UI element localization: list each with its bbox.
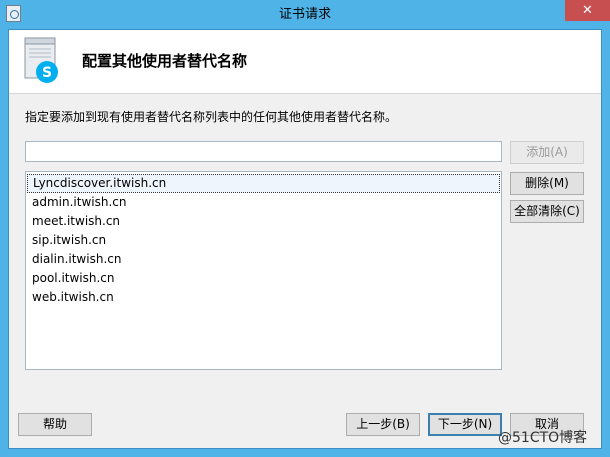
back-button[interactable]: 上一步(B) [346, 413, 420, 436]
san-listbox[interactable]: Lyncdiscover.itwish.cn admin.itwish.cn m… [25, 171, 502, 370]
san-name-input[interactable] [25, 141, 502, 162]
list-item[interactable]: web.itwish.cn [27, 288, 500, 307]
list-item[interactable]: meet.itwish.cn [27, 212, 500, 231]
add-button[interactable]: 添加(A) [510, 141, 584, 164]
title-bar: 证书请求 ✕ [0, 0, 610, 29]
help-button[interactable]: 帮助 [18, 413, 92, 436]
clear-all-button[interactable]: 全部清除(C) [510, 200, 584, 223]
page-title: 配置其他使用者替代名称 [82, 52, 248, 70]
window-title: 证书请求 [278, 7, 331, 22]
dialog-client-area: S 配置其他使用者替代名称 指定要添加到现有使用者替代名称列表中的任何其他使用者… [8, 29, 602, 449]
close-button[interactable]: ✕ [565, 0, 610, 21]
list-item[interactable]: admin.itwish.cn [27, 193, 500, 212]
list-item[interactable]: sip.itwish.cn [27, 231, 500, 250]
watermark: @51CTO博客 [498, 430, 588, 446]
instruction-text: 指定要添加到现有使用者替代名称列表中的任何其他使用者替代名称。 [25, 110, 398, 124]
list-item[interactable]: Lyncdiscover.itwish.cn [27, 174, 500, 193]
delete-button[interactable]: 删除(M) [510, 172, 584, 195]
list-item[interactable]: pool.itwish.cn [27, 269, 500, 288]
next-button[interactable]: 下一步(N) [428, 413, 502, 436]
svg-text:S: S [42, 65, 52, 81]
wizard-header: S 配置其他使用者替代名称 [9, 30, 601, 94]
list-item[interactable]: dialin.itwish.cn [27, 250, 500, 269]
skype-for-business-server-icon: S [24, 37, 58, 83]
